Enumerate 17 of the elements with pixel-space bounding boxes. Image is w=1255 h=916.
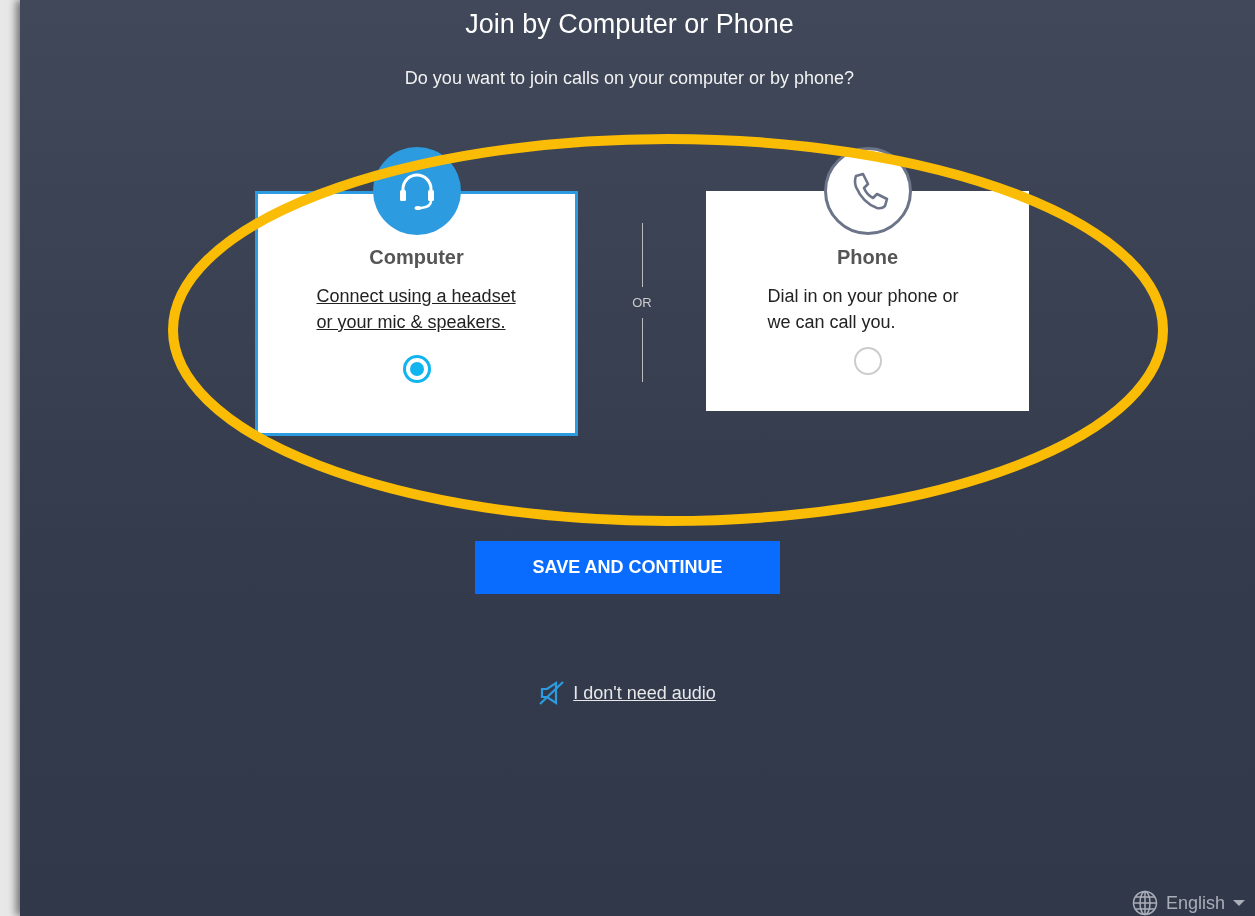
- option-card[interactable]: Computer Connect using a headset or your mic & speakers.: [255, 191, 578, 436]
- caret-icon: [1233, 899, 1245, 907]
- option-title: Phone: [836, 246, 899, 269]
- option-title: Computer: [369, 246, 464, 269]
- option-description: Dial in on your phone or we can call you.: [767, 285, 960, 334]
- or-label: OR: [632, 295, 652, 310]
- save-and-continue-button[interactable]: SAVE AND CONTINUE: [475, 541, 780, 594]
- muted-speaker-icon: [539, 680, 566, 706]
- page-subtitle: Do you want to join calls on your computer or by phone?: [403, 68, 856, 89]
- option-card[interactable]: Phone Dial in on your phone or we can call you.: [706, 191, 1029, 411]
- page-title: Join by Computer or Phone: [464, 8, 795, 41]
- language-selector[interactable]: English: [1165, 892, 1225, 914]
- radio-button[interactable]: [853, 347, 882, 375]
- radio-button[interactable]: [402, 355, 431, 383]
- globe-icon: [1131, 890, 1158, 916]
- option-description[interactable]: Connect using a headset or your mic & speakers.: [316, 283, 517, 335]
- no-audio-link[interactable]: I don't need audio: [573, 682, 716, 704]
